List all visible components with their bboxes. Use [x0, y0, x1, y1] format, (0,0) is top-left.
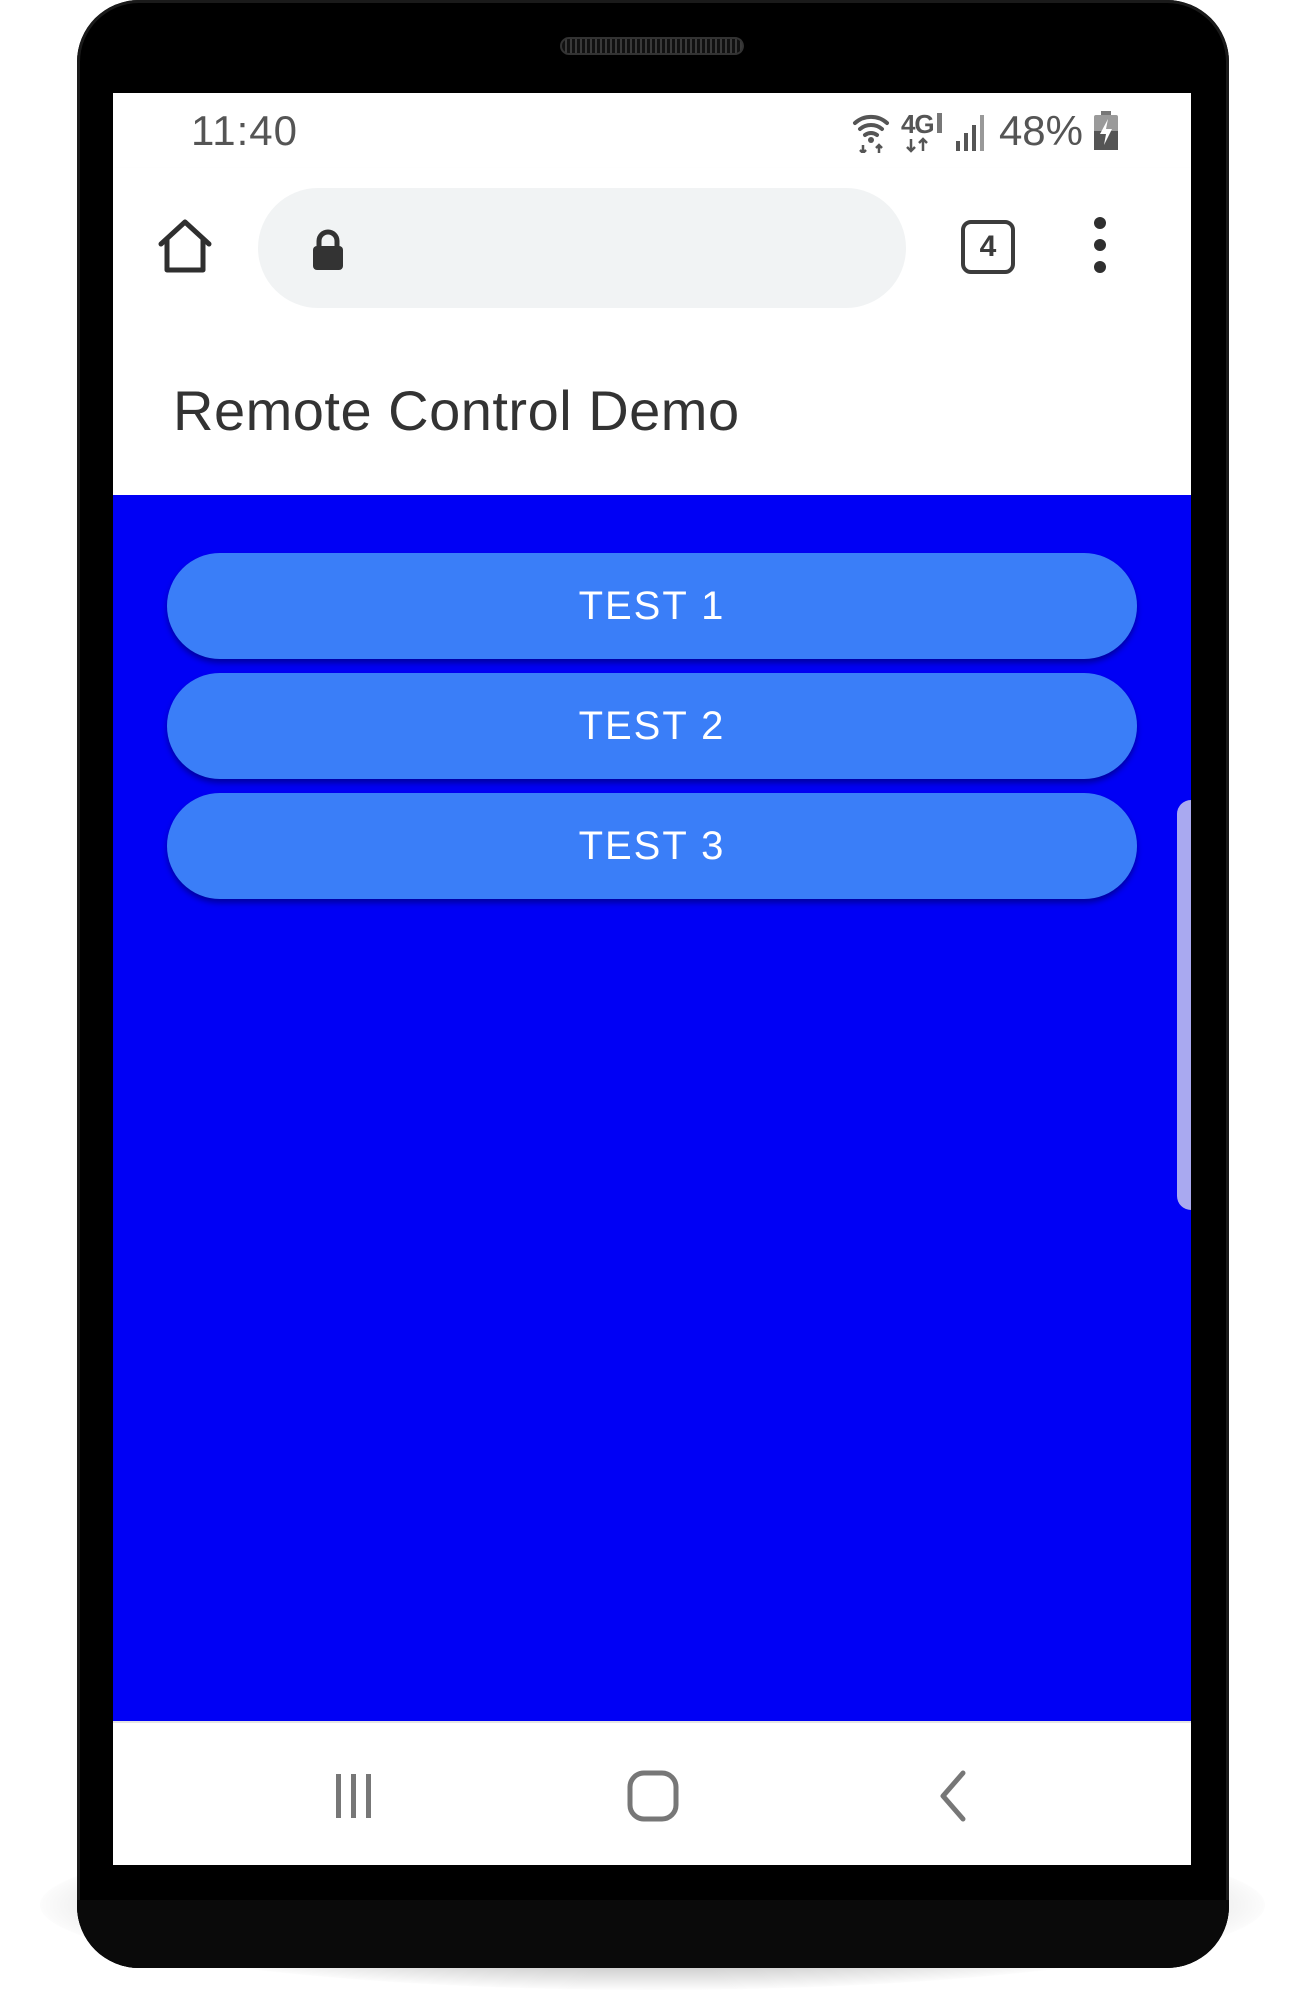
- lock-icon: [313, 229, 343, 270]
- wifi-icon: [851, 109, 891, 153]
- recent-apps-icon: [336, 1774, 371, 1818]
- test-2-button[interactable]: TEST 2: [167, 673, 1137, 779]
- more-menu-button[interactable]: [1085, 212, 1115, 278]
- status-time: 11:40: [191, 107, 298, 154]
- back-button[interactable]: [921, 1761, 991, 1831]
- app-header: Remote Control Demo: [113, 328, 1191, 495]
- home-icon: [158, 219, 212, 273]
- status-icons: 4G 48%: [851, 107, 1119, 155]
- tabs-button[interactable]: 4: [959, 218, 1015, 274]
- battery-percent: 48%: [998, 107, 1083, 154]
- test-3-button[interactable]: TEST 3: [167, 793, 1137, 899]
- home-nav-button[interactable]: [618, 1761, 688, 1831]
- system-nav-bar: [113, 1721, 1191, 1865]
- test-1-button[interactable]: TEST 1: [167, 553, 1137, 659]
- address-bar[interactable]: [258, 188, 906, 308]
- status-bar: 11:40 4G 48%: [113, 93, 1191, 168]
- app-content: TEST 1 TEST 2 TEST 3: [113, 495, 1191, 1721]
- phone-chin: [77, 1900, 1229, 1968]
- back-icon: [940, 1770, 966, 1822]
- tab-count: 4: [979, 230, 997, 263]
- device-frame-stage: 11:40 4G 48% 4 Remote Control Demo TEST …: [0, 0, 1305, 2006]
- tabs-icon: 4: [961, 220, 1015, 274]
- phone-screen: 11:40 4G 48% 4 Remote Control Demo TEST …: [113, 93, 1191, 1865]
- page-title: Remote Control Demo: [173, 379, 740, 442]
- speaker-grille: [560, 37, 744, 55]
- edge-panel-handle[interactable]: [1177, 800, 1191, 1210]
- more-vert-icon: [1094, 217, 1106, 273]
- signal-icon: [955, 111, 989, 151]
- home-button[interactable]: [153, 214, 217, 278]
- recent-apps-button[interactable]: [318, 1761, 388, 1831]
- browser-toolbar: 4: [113, 168, 1191, 328]
- lte-icon: 4G: [901, 109, 945, 153]
- battery-charging-icon: [1093, 111, 1119, 151]
- home-nav-icon: [627, 1770, 679, 1822]
